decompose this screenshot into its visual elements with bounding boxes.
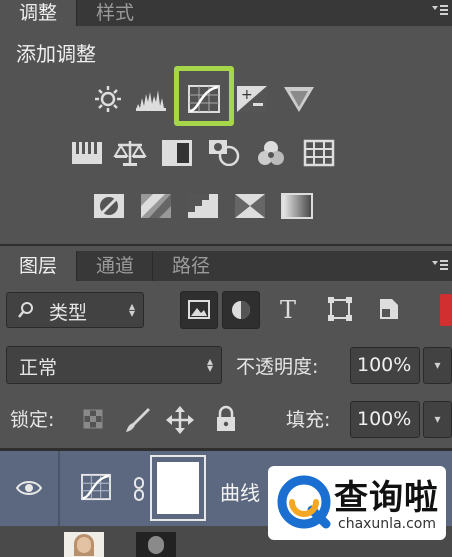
fill-label: 填充: [286, 409, 331, 431]
tab-adjustments[interactable]: 调整 [0, 0, 76, 26]
opacity-input[interactable]: 100% [350, 347, 420, 384]
tab-channels[interactable]: 通道 [76, 251, 153, 281]
layer-eye-column-divider [58, 451, 60, 526]
fill-dropdown-button[interactable]: ▾ [423, 401, 452, 438]
fill-value: 100% [357, 408, 412, 430]
smart-object-filter-icon[interactable] [370, 291, 408, 329]
watermark-logo-icon [276, 474, 332, 534]
invert-icon[interactable] [92, 191, 126, 221]
pixel-filter-icon[interactable] [180, 291, 218, 329]
lock-position-icon[interactable] [166, 406, 194, 438]
svg-text:T: T [280, 296, 296, 324]
layers-tab-bar: 图层 通道 路径 [0, 251, 452, 281]
blend-mode-value: 正常 [19, 357, 58, 379]
portrait-face [77, 537, 91, 553]
black-white-icon[interactable] [160, 138, 194, 168]
tab-paths[interactable]: 路径 [152, 251, 229, 281]
fill-input[interactable]: 100% [350, 401, 420, 438]
layer-kind-filter[interactable]: 类型 ▴ ▾ [6, 292, 144, 328]
vibrance-icon[interactable] [282, 84, 316, 114]
tab-layers[interactable]: 图层 [0, 251, 76, 281]
adjust-panel-title: 添加调整 [16, 42, 96, 66]
mask-shape [148, 536, 164, 554]
search-icon [17, 301, 35, 324]
tab-styles[interactable]: 样式 [76, 0, 153, 26]
chevron-updown-icon: ▴ ▾ [206, 354, 213, 375]
channel-mixer-icon[interactable] [254, 138, 288, 168]
color-balance-icon[interactable] [113, 138, 147, 168]
layers-panel-menu-icon[interactable] [432, 259, 448, 273]
lock-transparent-pixels-icon[interactable] [82, 408, 106, 436]
levels-icon[interactable] [134, 84, 168, 114]
watermark-badge: 查询啦 chaxunla.com [268, 466, 446, 540]
hue-saturation-icon[interactable] [70, 138, 104, 168]
blend-mode-select[interactable]: 正常 ▴ ▾ [6, 346, 222, 384]
gradient-map-icon[interactable] [280, 191, 314, 221]
type-filter-icon[interactable]: T [272, 291, 310, 329]
exposure-icon[interactable]: + [235, 84, 269, 114]
photo-layer-mask-thumbnail [136, 532, 176, 557]
selective-color-icon[interactable] [233, 191, 267, 221]
photo-layer-thumbnail [64, 532, 104, 557]
threshold-icon[interactable] [186, 191, 220, 221]
adjust-panel-menu-icon[interactable] [432, 4, 448, 18]
shape-filter-icon[interactable] [322, 291, 360, 329]
opacity-value: 100% [357, 354, 412, 376]
opacity-label: 不透明度: [236, 356, 319, 378]
opacity-dropdown-button[interactable]: ▾ [423, 347, 452, 384]
lock-all-icon[interactable] [214, 405, 238, 437]
chevron-updown-icon: ▴ ▾ [128, 299, 135, 320]
layer-mask-thumbnail[interactable] [150, 455, 206, 521]
posterize-icon[interactable] [139, 191, 173, 221]
lock-label: 锁定: [10, 409, 55, 431]
photo-filter-icon[interactable] [207, 136, 241, 166]
layer-kind-label: 类型 [49, 302, 88, 324]
brightness-contrast-icon[interactable] [91, 84, 125, 114]
lock-image-pixels-icon[interactable] [122, 406, 152, 438]
adjust-tab-bar: 调整 样式 [0, 0, 452, 26]
panel-divider [0, 244, 452, 246]
curves-adjustment-icon [80, 473, 112, 505]
svg-text:+: + [241, 87, 253, 103]
adjustment-filter-icon[interactable] [222, 291, 260, 329]
mask-white-fill [157, 462, 199, 514]
layer-mask-link-icon[interactable] [132, 476, 146, 506]
watermark-url: chaxunla.com [338, 516, 436, 532]
watermark-text: 查询啦 [334, 478, 439, 518]
filter-toggle-switch[interactable] [440, 294, 452, 326]
color-lookup-icon[interactable] [302, 138, 336, 168]
layer-name[interactable]: 曲线 [220, 477, 260, 506]
layer-visibility-eye-icon[interactable] [15, 479, 43, 501]
curves-highlight-frame [174, 66, 234, 126]
